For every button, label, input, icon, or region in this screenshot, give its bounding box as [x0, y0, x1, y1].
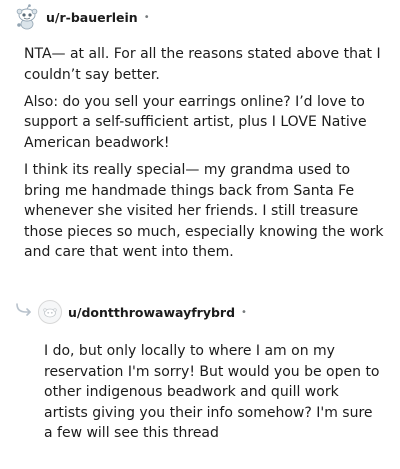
reply-arrow-icon — [16, 303, 31, 316]
avatar-silhouette-icon — [43, 308, 57, 318]
snoo-avatar-icon[interactable] — [14, 4, 42, 30]
meta-separator: • — [241, 306, 247, 318]
default-avatar-icon[interactable] — [38, 300, 62, 324]
comment-header: u/r-bauerlein • — [14, 4, 150, 30]
meta-separator: • — [143, 11, 150, 23]
reply-body: I do, but only locally to where I am on … — [44, 341, 384, 444]
comment-paragraph: Also: do you sell your earrings online? … — [24, 93, 367, 151]
reply-paragraph: I do, but only locally to where I am on … — [44, 343, 380, 442]
comment-paragraph: NTA— at all. For all the reasons stated … — [24, 46, 381, 83]
comment-username[interactable]: u/r-bauerlein — [46, 10, 138, 25]
reply-header: u/dontthrowawayfrybrd • — [38, 300, 247, 324]
comment-paragraph: I think its really special— my grandma u… — [24, 161, 384, 261]
reply-username[interactable]: u/dontthrowawayfrybrd — [68, 305, 235, 320]
comment-body: NTA— at all. For all the reasons stated … — [24, 44, 384, 269]
